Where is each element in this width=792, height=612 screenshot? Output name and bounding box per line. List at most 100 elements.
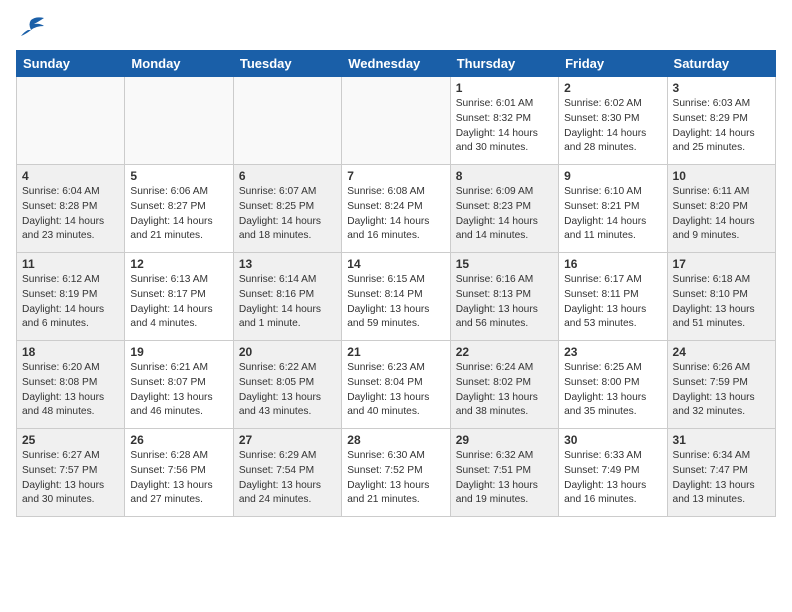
day-number: 25	[22, 433, 119, 447]
day-number: 6	[239, 169, 336, 183]
day-info: Sunrise: 6:33 AM Sunset: 7:49 PM Dayligh…	[564, 449, 661, 508]
day-number: 2	[564, 81, 661, 95]
day-info: Sunrise: 6:34 AM Sunset: 7:47 PM Dayligh…	[673, 449, 770, 508]
day-number: 20	[239, 345, 336, 359]
day-info: Sunrise: 6:24 AM Sunset: 8:02 PM Dayligh…	[456, 361, 553, 420]
calendar-cell: 29 Sunrise: 6:32 AM Sunset: 7:51 PM Dayli…	[450, 429, 558, 517]
calendar-cell: 22 Sunrise: 6:24 AM Sunset: 8:02 PM Dayli…	[450, 341, 558, 429]
day-number: 3	[673, 81, 770, 95]
calendar-cell: 12 Sunrise: 6:13 AM Sunset: 8:17 PM Dayli…	[125, 253, 233, 341]
day-number: 10	[673, 169, 770, 183]
calendar-cell: 31 Sunrise: 6:34 AM Sunset: 7:47 PM Dayli…	[667, 429, 775, 517]
day-number: 23	[564, 345, 661, 359]
day-info: Sunrise: 6:28 AM Sunset: 7:56 PM Dayligh…	[130, 449, 227, 508]
day-number: 16	[564, 257, 661, 271]
day-number: 27	[239, 433, 336, 447]
day-number: 24	[673, 345, 770, 359]
calendar-cell: 3 Sunrise: 6:03 AM Sunset: 8:29 PM Daylig…	[667, 77, 775, 165]
calendar-cell: 11Sunrise: 6:12 AM Sunset: 8:19 PM Dayli…	[17, 253, 125, 341]
calendar-cell: 27 Sunrise: 6:29 AM Sunset: 7:54 PM Dayli…	[233, 429, 341, 517]
day-info: Sunrise: 6:21 AM Sunset: 8:07 PM Dayligh…	[130, 361, 227, 420]
day-info: Sunrise: 6:11 AM Sunset: 8:20 PM Dayligh…	[673, 185, 770, 244]
day-info: Sunrise: 6:16 AM Sunset: 8:13 PM Dayligh…	[456, 273, 553, 332]
weekday-header: Sunday	[17, 51, 125, 77]
day-number: 14	[347, 257, 444, 271]
calendar-cell: 18Sunrise: 6:20 AM Sunset: 8:08 PM Dayli…	[17, 341, 125, 429]
day-info: Sunrise: 6:26 AM Sunset: 7:59 PM Dayligh…	[673, 361, 770, 420]
calendar-cell: 14 Sunrise: 6:15 AM Sunset: 8:14 PM Dayli…	[342, 253, 450, 341]
day-info: Sunrise: 6:09 AM Sunset: 8:23 PM Dayligh…	[456, 185, 553, 244]
day-info: Sunrise: 6:17 AM Sunset: 8:11 PM Dayligh…	[564, 273, 661, 332]
day-number: 7	[347, 169, 444, 183]
day-number: 8	[456, 169, 553, 183]
weekday-header: Friday	[559, 51, 667, 77]
day-number: 9	[564, 169, 661, 183]
calendar-cell: 8 Sunrise: 6:09 AM Sunset: 8:23 PM Daylig…	[450, 165, 558, 253]
calendar-cell: 13 Sunrise: 6:14 AM Sunset: 8:16 PM Dayli…	[233, 253, 341, 341]
weekday-header: Monday	[125, 51, 233, 77]
calendar-cell: 26 Sunrise: 6:28 AM Sunset: 7:56 PM Dayli…	[125, 429, 233, 517]
calendar-cell	[233, 77, 341, 165]
day-info: Sunrise: 6:32 AM Sunset: 7:51 PM Dayligh…	[456, 449, 553, 508]
calendar-cell: 25 Sunrise: 6:27 AM Sunset: 7:57 PM Dayli…	[17, 429, 125, 517]
day-info: Sunrise: 6:27 AM Sunset: 7:57 PM Dayligh…	[22, 449, 119, 508]
day-info: Sunrise: 6:08 AM Sunset: 8:24 PM Dayligh…	[347, 185, 444, 244]
calendar-cell: 7 Sunrise: 6:08 AM Sunset: 8:24 PM Daylig…	[342, 165, 450, 253]
day-info: Sunrise: 6:25 AM Sunset: 8:00 PM Dayligh…	[564, 361, 661, 420]
day-number: 15	[456, 257, 553, 271]
day-info: Sunrise: 6:01 AM Sunset: 8:32 PM Dayligh…	[456, 97, 553, 156]
calendar-cell: 15 Sunrise: 6:16 AM Sunset: 8:13 PM Dayli…	[450, 253, 558, 341]
calendar-cell: 5 Sunrise: 6:06 AM Sunset: 8:27 PM Daylig…	[125, 165, 233, 253]
day-info: Sunrise: 6:04 AM Sunset: 8:28 PM Dayligh…	[22, 185, 119, 244]
calendar-cell: 2 Sunrise: 6:02 AM Sunset: 8:30 PM Daylig…	[559, 77, 667, 165]
logo-icon	[16, 16, 46, 40]
calendar-cell: 21Sunrise: 6:23 AM Sunset: 8:04 PM Dayli…	[342, 341, 450, 429]
calendar-cell: 6 Sunrise: 6:07 AM Sunset: 8:25 PM Daylig…	[233, 165, 341, 253]
day-number: 29	[456, 433, 553, 447]
day-number: 28	[347, 433, 444, 447]
day-number: 30	[564, 433, 661, 447]
day-info: Sunrise: 6:12 AM Sunset: 8:19 PM Dayligh…	[22, 273, 119, 332]
day-number: 13	[239, 257, 336, 271]
day-info: Sunrise: 6:23 AM Sunset: 8:04 PM Dayligh…	[347, 361, 444, 420]
day-number: 18	[22, 345, 119, 359]
calendar-cell: 4 Sunrise: 6:04 AM Sunset: 8:28 PM Daylig…	[17, 165, 125, 253]
weekday-header: Saturday	[667, 51, 775, 77]
weekday-header: Thursday	[450, 51, 558, 77]
day-info: Sunrise: 6:18 AM Sunset: 8:10 PM Dayligh…	[673, 273, 770, 332]
day-info: Sunrise: 6:06 AM Sunset: 8:27 PM Dayligh…	[130, 185, 227, 244]
day-number: 31	[673, 433, 770, 447]
day-info: Sunrise: 6:13 AM Sunset: 8:17 PM Dayligh…	[130, 273, 227, 332]
calendar-cell: 24 Sunrise: 6:26 AM Sunset: 7:59 PM Dayli…	[667, 341, 775, 429]
day-number: 5	[130, 169, 227, 183]
day-number: 22	[456, 345, 553, 359]
day-info: Sunrise: 6:02 AM Sunset: 8:30 PM Dayligh…	[564, 97, 661, 156]
day-number: 17	[673, 257, 770, 271]
day-info: Sunrise: 6:14 AM Sunset: 8:16 PM Dayligh…	[239, 273, 336, 332]
calendar-cell	[342, 77, 450, 165]
day-info: Sunrise: 6:15 AM Sunset: 8:14 PM Dayligh…	[347, 273, 444, 332]
day-info: Sunrise: 6:22 AM Sunset: 8:05 PM Dayligh…	[239, 361, 336, 420]
calendar-table: SundayMondayTuesdayWednesdayThursdayFrid…	[16, 50, 776, 517]
calendar-cell: 20 Sunrise: 6:22 AM Sunset: 8:05 PM Dayli…	[233, 341, 341, 429]
calendar-cell: 28 Sunrise: 6:30 AM Sunset: 7:52 PM Dayli…	[342, 429, 450, 517]
calendar-cell: 9 Sunrise: 6:10 AM Sunset: 8:21 PM Daylig…	[559, 165, 667, 253]
day-number: 4	[22, 169, 119, 183]
day-info: Sunrise: 6:07 AM Sunset: 8:25 PM Dayligh…	[239, 185, 336, 244]
calendar-cell: 16 Sunrise: 6:17 AM Sunset: 8:11 PM Dayli…	[559, 253, 667, 341]
calendar-cell: 19Sunrise: 6:21 AM Sunset: 8:07 PM Dayli…	[125, 341, 233, 429]
day-number: 1	[456, 81, 553, 95]
day-info: Sunrise: 6:03 AM Sunset: 8:29 PM Dayligh…	[673, 97, 770, 156]
day-number: 26	[130, 433, 227, 447]
calendar-cell: 10 Sunrise: 6:11 AM Sunset: 8:20 PM Dayli…	[667, 165, 775, 253]
day-info: Sunrise: 6:10 AM Sunset: 8:21 PM Dayligh…	[564, 185, 661, 244]
calendar-cell	[17, 77, 125, 165]
day-number: 12	[130, 257, 227, 271]
calendar-cell: 23 Sunrise: 6:25 AM Sunset: 8:00 PM Dayli…	[559, 341, 667, 429]
day-info: Sunrise: 6:30 AM Sunset: 7:52 PM Dayligh…	[347, 449, 444, 508]
weekday-header: Tuesday	[233, 51, 341, 77]
calendar-cell: 1 Sunrise: 6:01 AM Sunset: 8:32 PM Daylig…	[450, 77, 558, 165]
calendar-cell: 30 Sunrise: 6:33 AM Sunset: 7:49 PM Dayli…	[559, 429, 667, 517]
calendar-cell	[125, 77, 233, 165]
day-info: Sunrise: 6:29 AM Sunset: 7:54 PM Dayligh…	[239, 449, 336, 508]
